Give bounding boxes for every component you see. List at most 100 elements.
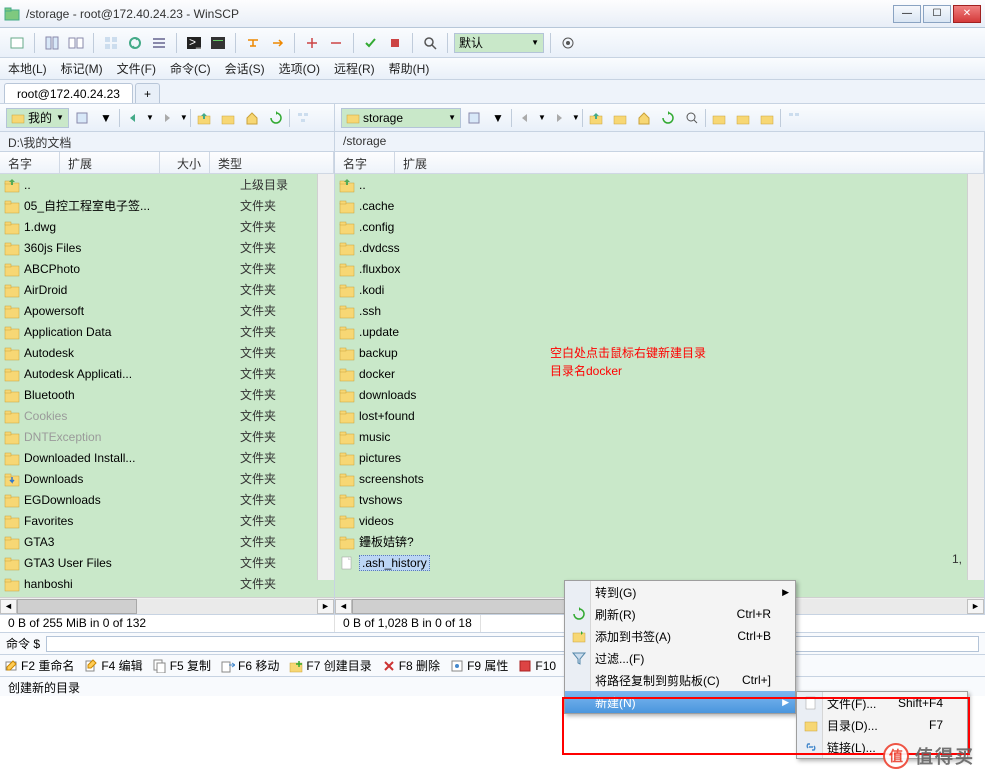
col-name[interactable]: 名字 — [0, 152, 60, 173]
root-icon[interactable] — [217, 107, 239, 129]
menu-remote[interactable]: 远程(R) — [334, 60, 375, 77]
list-item[interactable]: 05_自控工程室电子签...文件夹 — [0, 195, 334, 216]
tree-icon[interactable] — [292, 107, 314, 129]
f8-delete[interactable]: F8 删除 — [382, 657, 440, 674]
list-item[interactable]: backup — [335, 342, 984, 363]
list-item[interactable]: 鑸板姞锛? — [335, 531, 984, 552]
list-item[interactable]: AirDroid文件夹 — [0, 279, 334, 300]
compare-icon[interactable] — [65, 32, 87, 54]
local-drive-dropdown[interactable]: 我的 ▼ — [6, 108, 69, 128]
list-item[interactable]: videos — [335, 510, 984, 531]
list-item[interactable]: .kodi — [335, 279, 984, 300]
list-item[interactable]: DNTException文件夹 — [0, 426, 334, 447]
menu-session[interactable]: 会话(S) — [225, 60, 265, 77]
grid-icon[interactable] — [100, 32, 122, 54]
menu-mark[interactable]: 标记(M) — [61, 60, 103, 77]
list-item[interactable]: .fluxbox — [335, 258, 984, 279]
command-input[interactable] — [46, 636, 979, 652]
bookmark2-icon[interactable] — [732, 107, 754, 129]
bookmark-icon[interactable] — [708, 107, 730, 129]
list-item[interactable]: Downloads文件夹 — [0, 468, 334, 489]
list-item[interactable]: .dvdcss — [335, 237, 984, 258]
list-item[interactable]: .update — [335, 321, 984, 342]
scrollbar-horizontal[interactable]: ◄► — [0, 597, 334, 614]
list-item[interactable]: music — [335, 426, 984, 447]
list-item[interactable]: pictures — [335, 447, 984, 468]
list-item[interactable]: docker — [335, 363, 984, 384]
back-icon[interactable] — [122, 107, 144, 129]
options-icon[interactable] — [557, 32, 579, 54]
list-item[interactable]: Bluetooth文件夹 — [0, 384, 334, 405]
menu-commands[interactable]: 命令(C) — [170, 60, 211, 77]
list-item[interactable]: .cache — [335, 195, 984, 216]
queue-icon[interactable] — [148, 32, 170, 54]
refresh-icon[interactable] — [657, 107, 679, 129]
view-icon[interactable] — [463, 107, 485, 129]
session-tab[interactable]: root@172.40.24.23 — [4, 83, 133, 103]
list-item[interactable]: 360js Files文件夹 — [0, 237, 334, 258]
back-icon[interactable] — [514, 107, 536, 129]
bookmark3-icon[interactable] — [756, 107, 778, 129]
list-item[interactable]: ABCPhoto文件夹 — [0, 258, 334, 279]
console-icon[interactable]: >_ — [183, 32, 205, 54]
sync-icon[interactable] — [41, 32, 63, 54]
tree-icon[interactable] — [783, 107, 805, 129]
col-name[interactable]: 名字 — [335, 152, 395, 173]
transfer-preset-dropdown[interactable]: 默认 ▼ — [454, 33, 544, 53]
list-item[interactable]: screenshots — [335, 468, 984, 489]
scrollbar-vertical[interactable] — [317, 174, 334, 580]
stop-icon[interactable] — [384, 32, 406, 54]
list-item[interactable]: .ash_history — [335, 552, 984, 573]
ctx-refresh[interactable]: 刷新(R)Ctrl+R — [565, 603, 795, 625]
find-icon[interactable] — [419, 32, 441, 54]
menu-options[interactable]: 选项(O) — [279, 60, 320, 77]
submenu-file[interactable]: 文件(F)...Shift+F4 — [797, 692, 967, 714]
parent-icon[interactable] — [193, 107, 215, 129]
menu-local[interactable]: 本地(L) — [8, 60, 47, 77]
list-item[interactable]: Favorites文件夹 — [0, 510, 334, 531]
f10-item[interactable]: F10 — [518, 659, 556, 673]
list-item[interactable]: Apowersoft文件夹 — [0, 300, 334, 321]
local-file-list[interactable]: ..上级目录05_自控工程室电子签...文件夹1.dwg文件夹360js Fil… — [0, 174, 334, 597]
check-icon[interactable] — [360, 32, 382, 54]
list-item[interactable]: Application Data文件夹 — [0, 321, 334, 342]
refresh-icon[interactable] — [265, 107, 287, 129]
list-item[interactable]: .ssh — [335, 300, 984, 321]
list-item[interactable]: .. — [335, 174, 984, 195]
list-item[interactable]: Autodesk文件夹 — [0, 342, 334, 363]
new-tab-button[interactable]: + — [135, 83, 160, 103]
list-item[interactable]: Cookies文件夹 — [0, 405, 334, 426]
dropdown-icon[interactable]: ▼ — [95, 107, 117, 129]
list-item[interactable]: .config — [335, 216, 984, 237]
list-item[interactable]: hanboshi文件夹 — [0, 573, 334, 594]
submenu-dir[interactable]: 目录(D)...F7 — [797, 714, 967, 736]
home-icon[interactable] — [241, 107, 263, 129]
col-ext[interactable]: 扩展 — [395, 152, 984, 173]
list-item[interactable]: ..上级目录 — [0, 174, 334, 195]
remote-file-list[interactable]: ...cache.config.dvdcss.fluxbox.kodi.ssh.… — [335, 174, 984, 597]
ctx-goto[interactable]: 转到(G)▶ — [565, 581, 795, 603]
transfer-settings-icon[interactable] — [242, 32, 264, 54]
col-type[interactable]: 类型 — [210, 152, 334, 173]
sync-browse-icon[interactable] — [124, 32, 146, 54]
f9-props[interactable]: F9 属性 — [450, 657, 508, 674]
list-item[interactable]: Downloaded Install...文件夹 — [0, 447, 334, 468]
list-item[interactable]: 1.dwg文件夹 — [0, 216, 334, 237]
root-icon[interactable] — [609, 107, 631, 129]
list-item[interactable]: Autodesk Applicati...文件夹 — [0, 363, 334, 384]
remove-icon[interactable] — [325, 32, 347, 54]
ctx-new[interactable]: 新建(N)▶ — [565, 691, 795, 713]
col-ext[interactable]: 扩展 — [60, 152, 160, 173]
ctx-filter[interactable]: 过滤...(F) — [565, 647, 795, 669]
terminal-icon[interactable] — [207, 32, 229, 54]
ctx-copypath[interactable]: 将路径复制到剪贴板(C)Ctrl+] — [565, 669, 795, 691]
add-icon[interactable] — [301, 32, 323, 54]
list-item[interactable]: GTA3 User Files文件夹 — [0, 552, 334, 573]
list-item[interactable]: GTA3文件夹 — [0, 531, 334, 552]
transfer-icon[interactable] — [266, 32, 288, 54]
col-size[interactable]: 大小 — [160, 152, 210, 173]
f2-rename[interactable]: F2 重命名 — [4, 657, 74, 674]
f5-copy[interactable]: F5 复制 — [153, 657, 211, 674]
parent-icon[interactable] — [585, 107, 607, 129]
f7-mkdir[interactable]: F7 创建目录 — [289, 657, 371, 674]
